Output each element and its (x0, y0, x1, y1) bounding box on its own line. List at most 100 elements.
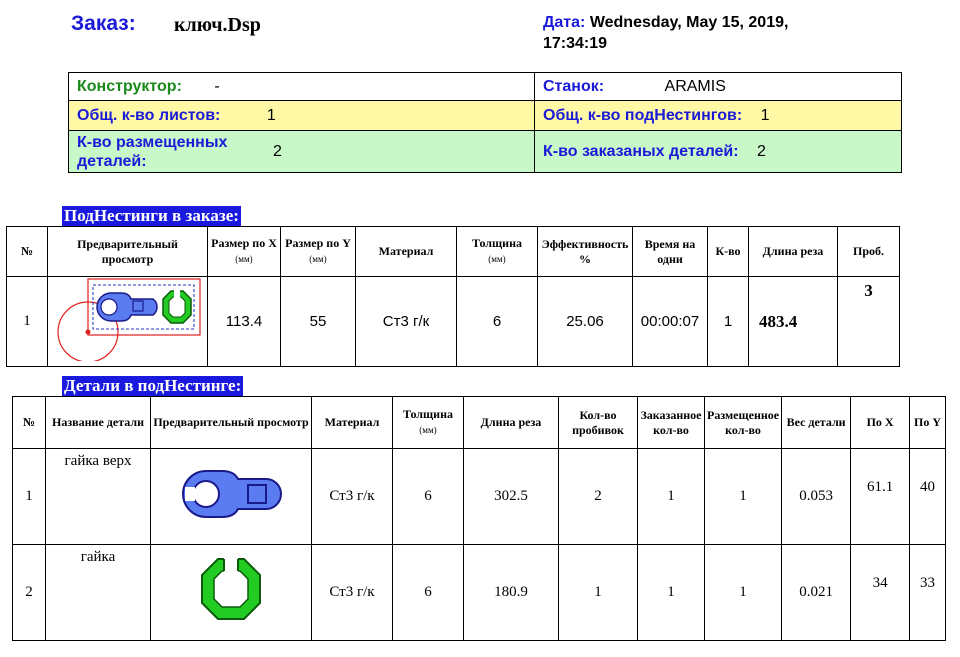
machine-cell: Станок: ARAMIS (534, 72, 902, 101)
part-num: 1 (12, 448, 46, 545)
order-name: ключ.Dsp (174, 14, 261, 36)
col-time: Время на одни (632, 226, 708, 277)
part-pos-y: 40 (909, 448, 946, 545)
part-preview (150, 448, 312, 545)
table-row: 2 гайка Ст3 г/к 6 180.9 1 1 1 0.021 34 3… (12, 544, 946, 641)
col-pierce: Проб. (837, 226, 900, 277)
col-part-pos-x: По X (850, 396, 911, 449)
table-row: 1 гайка верх Ст3 г/к 6 302.5 2 1 1 0.053… (12, 448, 946, 545)
part-pos-x: 34 (850, 544, 911, 641)
subnest-count-value: 1 (760, 106, 770, 124)
col-part-num: № (12, 396, 46, 449)
date-label: Дата: (543, 14, 586, 31)
subnest-material: Ст3 г/к (355, 276, 457, 367)
placed-parts-label-line2: деталей: (77, 152, 147, 170)
col-part-thickness: Толщина (мм) (392, 396, 464, 449)
subnest-preview-image (56, 278, 201, 363)
subnest-time: 00:00:07 (632, 276, 708, 367)
date-value-line2: 17:34:19 (543, 35, 608, 52)
col-thickness-label: Толщина (472, 236, 522, 250)
sheets-label: Общ. к-во листов: (77, 106, 221, 124)
col-preview: Предварительный просмотр (47, 226, 208, 277)
col-part-preview: Предварительный просмотр (150, 396, 312, 449)
col-part-thickness-unit: (мм) (419, 425, 437, 435)
ordered-parts-cell: К-во заказаных деталей: 2 (534, 130, 902, 173)
col-cut-length: Длина реза (748, 226, 838, 277)
placed-parts-value: 2 (273, 142, 282, 160)
col-part-pierces: Кол-во пробивок (558, 396, 638, 449)
part-placed: 1 (703, 448, 783, 545)
part-placed: 1 (703, 544, 783, 641)
part-thickness: 6 (392, 448, 464, 545)
col-size-y-label: Размер по Y (285, 236, 351, 250)
placed-parts-label: К-во размещенных деталей: (77, 133, 273, 171)
part-weight: 0.053 (781, 448, 852, 545)
part-cut-length: 302.5 (463, 448, 559, 545)
order-label: Заказ: (71, 12, 136, 35)
part-preview (150, 544, 312, 641)
part-num: 2 (12, 544, 46, 641)
sheets-cell: Общ. к-во листов: 1 (68, 100, 535, 131)
col-thickness-unit: (мм) (488, 254, 506, 264)
col-size-x-unit: (мм) (235, 254, 253, 264)
date-value-line1: Wednesday, May 15, 2019, (589, 14, 789, 31)
col-part-weight: Вес детали (781, 396, 852, 449)
col-part-thickness-label: Толщина (403, 407, 453, 421)
part-material: Ст3 г/к (311, 544, 393, 641)
date-block: Дата: Wednesday, May 15, 2019, 17:34:19 (543, 12, 788, 54)
col-material: Материал (355, 226, 457, 277)
subnest-qty: 1 (707, 276, 749, 367)
col-part-material: Материал (311, 396, 393, 449)
subnest-preview (47, 276, 208, 367)
col-num: № (6, 226, 48, 277)
subnest-size-y: 55 (280, 276, 356, 367)
col-size-y-unit: (мм) (309, 254, 327, 264)
col-part-ordered: Заказанное кол-во (637, 396, 705, 449)
parts-table: № Название детали Предварительный просмо… (12, 396, 946, 641)
part-pierces: 2 (558, 448, 638, 545)
subnest-pierce: 3 (837, 276, 900, 367)
designer-cell: Конструктор: - (68, 72, 535, 101)
col-efficiency: Эффективность % (537, 226, 633, 277)
part-thickness: 6 (392, 544, 464, 641)
subnest-count-label: Общ. к-во подНестингов: (543, 106, 743, 124)
ordered-parts-value: 2 (757, 142, 766, 160)
sheets-value: 1 (266, 106, 276, 124)
col-size-x-label: Размер по X (211, 236, 277, 250)
order-info-table: Конструктор: - Станок: ARAMIS Общ. к-во … (68, 72, 902, 173)
designer-label: Конструктор: (77, 77, 182, 95)
placed-parts-label-line1: К-во размещенных (77, 133, 228, 151)
col-thickness: Толщина (мм) (456, 226, 538, 277)
part-pos-y: 33 (909, 544, 946, 641)
parts-title: Детали в подНестинге: (62, 376, 244, 396)
subnest-num: 1 (6, 276, 48, 367)
part-ordered: 1 (637, 448, 705, 545)
subnest-cut-length: 483.4 (748, 276, 838, 367)
part-cut-length: 180.9 (463, 544, 559, 641)
col-size-x: Размер по X (мм) (207, 226, 281, 277)
part-pos-x: 61.1 (850, 448, 911, 545)
part-material: Ст3 г/к (311, 448, 393, 545)
subnest-size-x: 113.4 (207, 276, 281, 367)
nut-top-preview-image (182, 470, 282, 518)
col-size-y: Размер по Y (мм) (280, 226, 356, 277)
subnests-title: ПодНестинги в заказе: (62, 206, 241, 226)
part-pierces: 1 (558, 544, 638, 641)
col-qty: К-во (707, 226, 749, 277)
subnest-count-cell: Общ. к-во подНестингов: 1 (534, 100, 902, 131)
nut-preview-image (201, 556, 261, 620)
designer-value: - (214, 77, 220, 95)
part-weight: 0.021 (781, 544, 852, 641)
part-name: гайка (45, 544, 151, 641)
placed-parts-cell: К-во размещенных деталей: 2 (68, 130, 535, 173)
subnest-efficiency: 25.06 (537, 276, 633, 367)
subnest-thickness: 6 (456, 276, 538, 367)
col-part-name: Название детали (45, 396, 151, 449)
col-part-pos-y: По Y (909, 396, 946, 449)
col-part-cut-length: Длина реза (463, 396, 559, 449)
table-row: 1 113.4 55 Ст3 г/к 6 25.06 00:00:07 1 48… (6, 276, 900, 367)
machine-label: Станок: (543, 77, 605, 95)
subnests-table: № Предварительный просмотр Размер по X (м… (6, 226, 900, 367)
machine-value: ARAMIS (664, 77, 726, 95)
part-ordered: 1 (637, 544, 705, 641)
